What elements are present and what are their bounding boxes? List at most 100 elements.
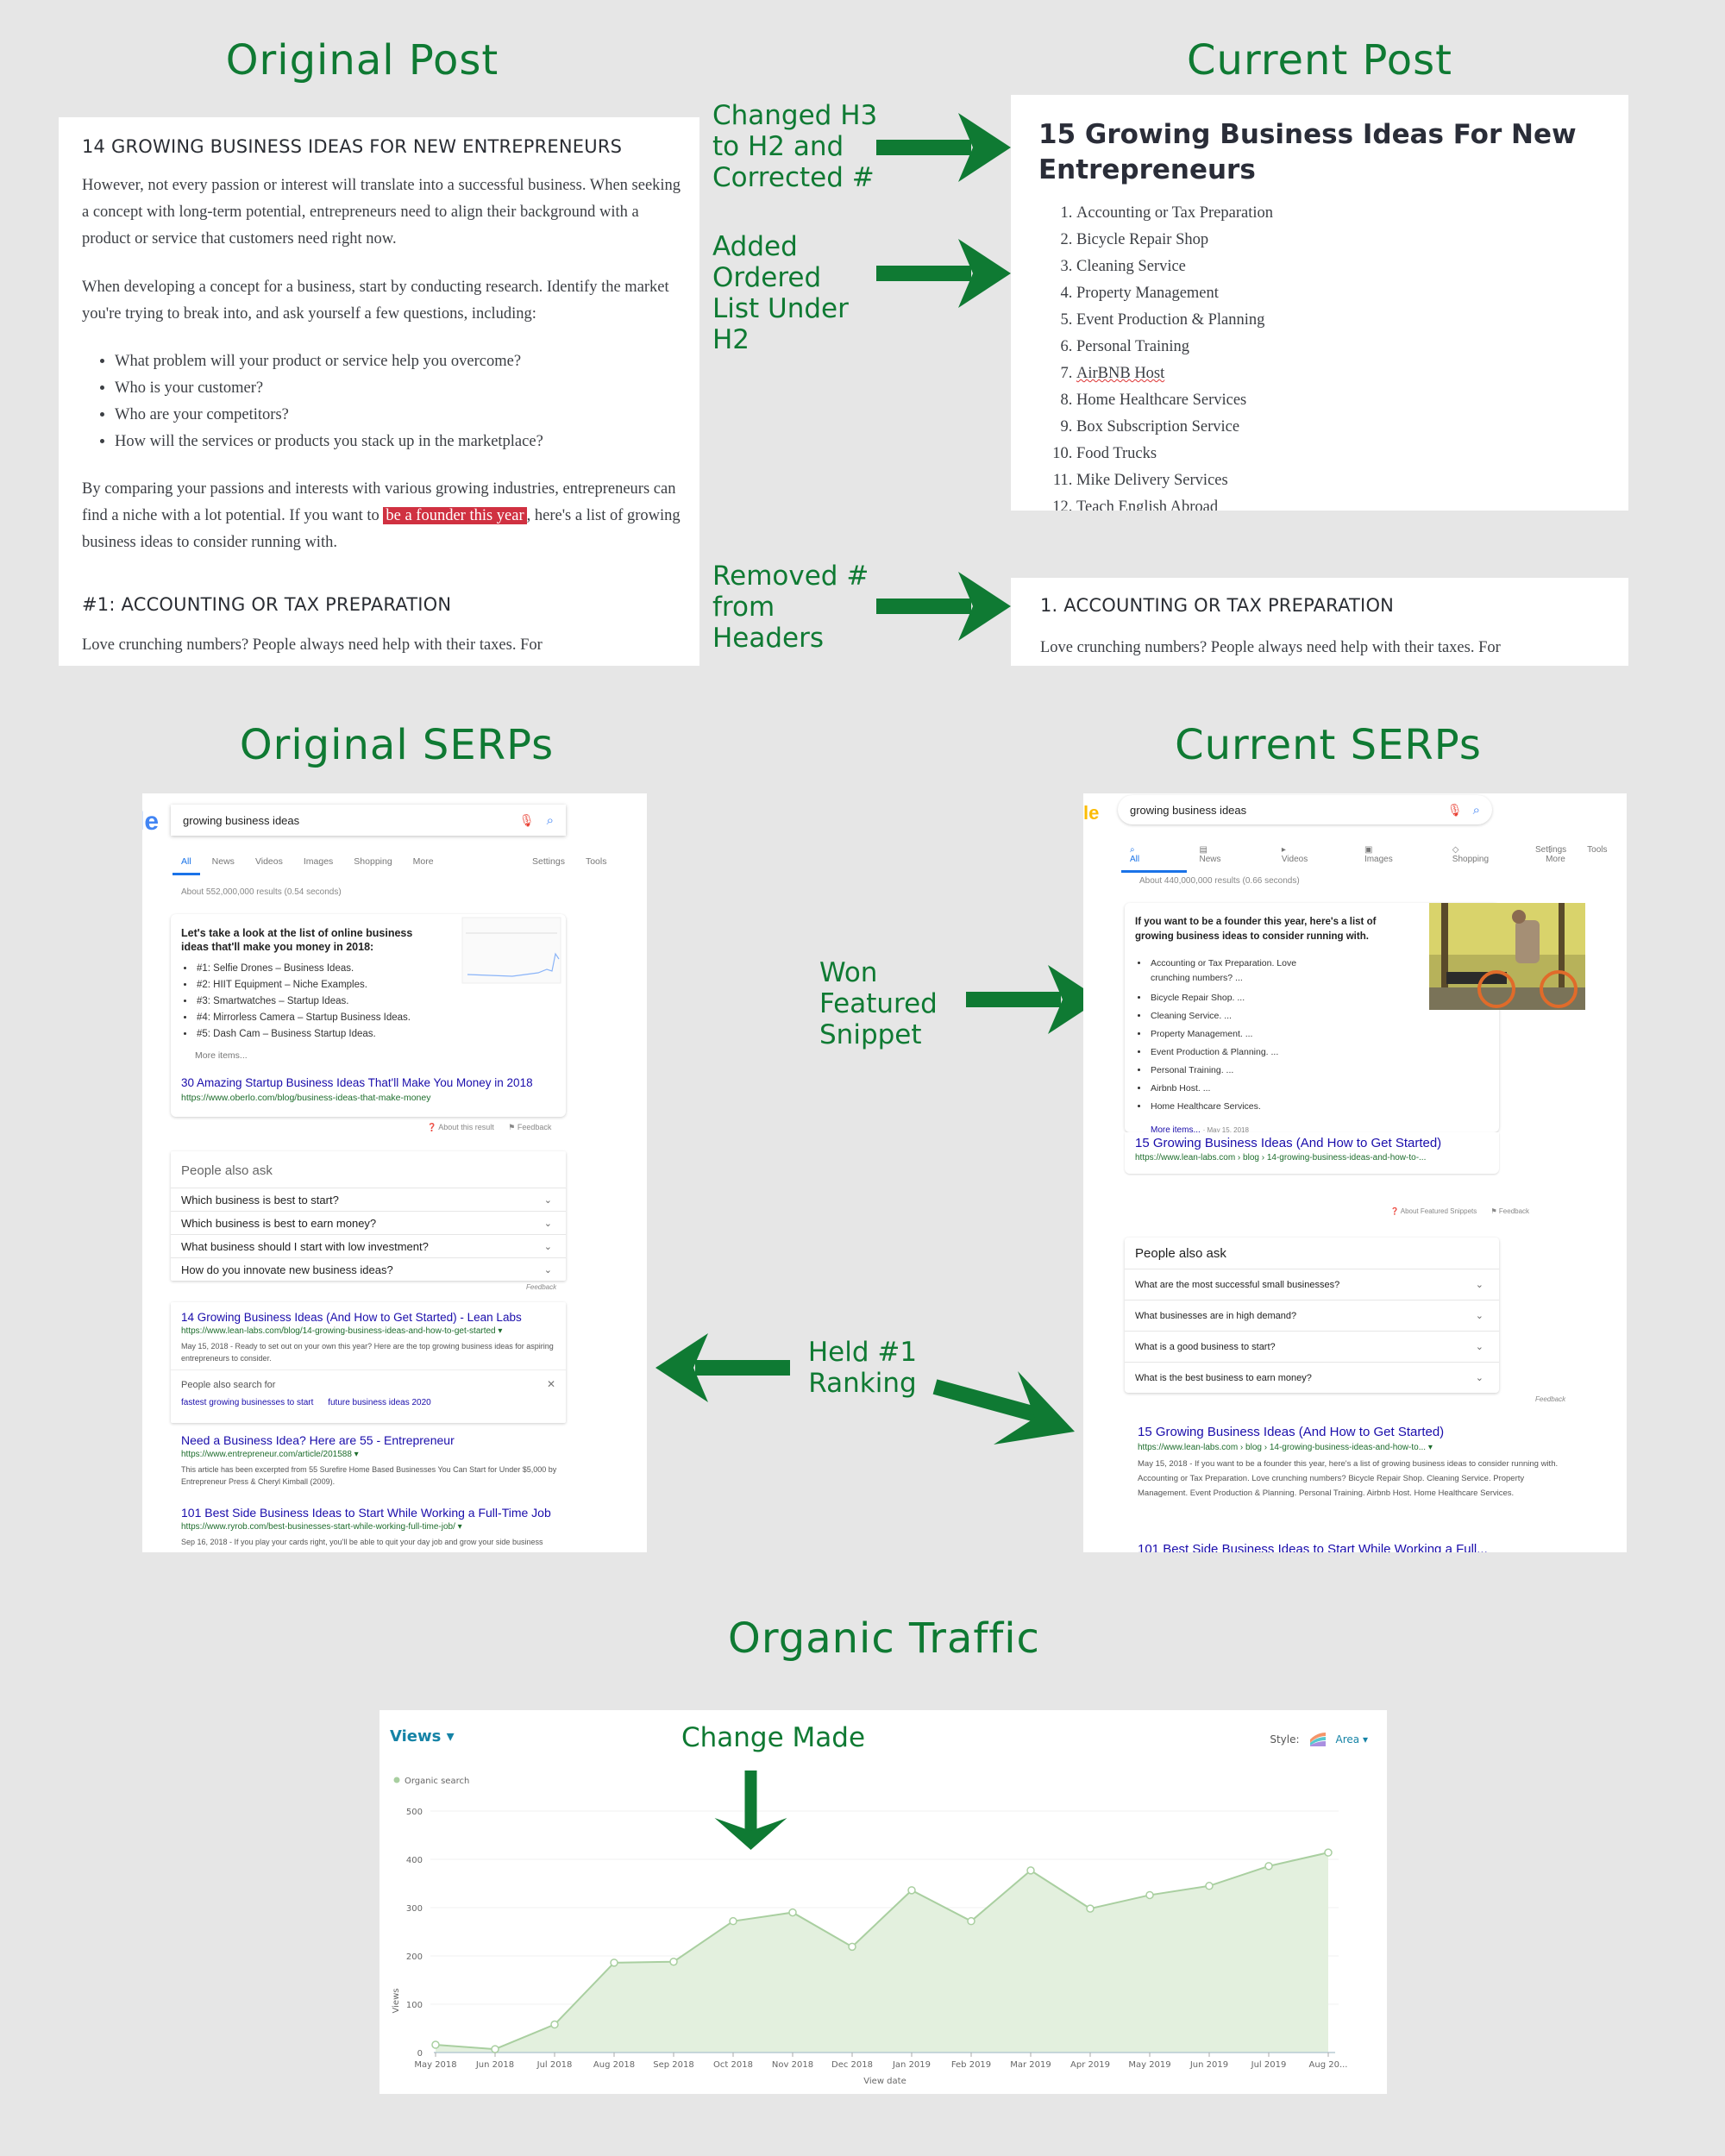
people-also-ask-card: People also ask Which business is best t… — [171, 1151, 566, 1281]
settings-link[interactable]: Settings — [1535, 845, 1566, 855]
original-post-heading: 14 GROWING BUSINESS IDEAS FOR NEW ENTREP… — [82, 136, 623, 157]
list-item: Bicycle Repair Shop — [1076, 227, 1599, 254]
y-tick-label: 400 — [406, 1856, 423, 1865]
current-post-ordered-list: Accounting or Tax Preparation Bicycle Re… — [1038, 200, 1599, 511]
tab-news[interactable]: News — [212, 856, 235, 867]
paa-question-text: What are the most successful small busin… — [1135, 1279, 1340, 1290]
paa-feedback-link[interactable]: Feedback — [1535, 1395, 1565, 1403]
y-tick-label: 0 — [417, 2049, 423, 2059]
list-item: Personal Training. ... — [1149, 1062, 1333, 1080]
help-icon: ❓ — [1390, 1207, 1401, 1215]
tab-more[interactable]: More — [413, 856, 434, 867]
paa-question[interactable]: What is the best business to earn money?… — [1125, 1362, 1499, 1393]
x-tick-label: Jul 2018 — [536, 2060, 573, 2070]
tab-shopping[interactable]: ◇ Shopping — [1452, 845, 1525, 864]
result-title-link[interactable]: 101 Best Side Business Ideas to Start Wh… — [181, 1506, 551, 1520]
search-input[interactable]: growing business ideas 🎙 ⌕ — [171, 805, 566, 836]
microphone-icon[interactable]: 🎙 — [519, 813, 535, 828]
settings-link[interactable]: Settings — [532, 856, 565, 867]
feedback-label: Feedback — [517, 1123, 552, 1131]
tab-images[interactable]: Images — [304, 856, 333, 867]
trend-thumbnail — [461, 917, 561, 984]
paa-question-text: How do you innovate new business ideas? — [181, 1263, 393, 1276]
legend-label: Organic search — [405, 1777, 469, 1786]
search-icon[interactable]: ⌕ — [547, 813, 554, 828]
tools-link[interactable]: Tools — [1587, 845, 1607, 855]
google-logo: le — [1083, 802, 1100, 824]
search-settings-tools: Settings Tools — [1535, 845, 1608, 855]
list-item: Home Healthcare Services — [1076, 387, 1599, 414]
snippet-url: https://www.lean-labs.com › blog › 14-gr… — [1135, 1153, 1427, 1163]
snippet-link[interactable]: 15 Growing Business Ideas (And How to Ge… — [1135, 1136, 1441, 1150]
paa-question[interactable]: Which business is best to start? ⌄ — [171, 1188, 566, 1211]
snippet-link[interactable]: 30 Amazing Startup Business Ideas That'l… — [181, 1076, 533, 1089]
snippet-heading: Let's take a look at the list of online … — [181, 927, 413, 953]
paa-question[interactable]: How do you innovate new business ideas? ⌄ — [171, 1257, 566, 1281]
paa-question[interactable]: What business should I start with low in… — [171, 1234, 566, 1257]
result-title-link[interactable]: 101 Best Side Business Ideas to Start Wh… — [1138, 1542, 1488, 1552]
result-snippet: This article has been excerpted from 55 … — [181, 1465, 557, 1486]
search-input[interactable]: growing business ideas 🎙 ⌕ — [1118, 795, 1492, 824]
result-title-link[interactable]: Need a Business Idea? Here are 55 - Entr… — [181, 1433, 455, 1447]
paa-question[interactable]: What businesses are in high demand? ⌄ — [1125, 1300, 1499, 1331]
data-point — [1264, 1862, 1273, 1871]
result-title-link[interactable]: 15 Growing Business Ideas (And How to Ge… — [1138, 1425, 1444, 1439]
y-tick-label: 300 — [406, 1904, 423, 1914]
original-section-heading: #1: ACCOUNTING OR TAX PREPARATION — [82, 594, 452, 615]
about-snippets-link[interactable]: ❓ About Featured Snippets ⚑ Feedback — [1390, 1207, 1529, 1215]
people-also-ask-card: People also ask What are the most succes… — [1125, 1238, 1499, 1393]
about-snippets-label: About Featured Snippets — [1400, 1207, 1477, 1215]
result-title-link[interactable]: 14 Growing Business Ideas (And How to Ge… — [181, 1311, 522, 1324]
annotation-added-list: Added Ordered List Under H2 — [712, 231, 849, 355]
pasf-link[interactable]: future business ideas 2020 — [328, 1398, 431, 1407]
traffic-area-chart: Organic search 0 100 200 300 400 500 Views May 2… — [392, 1771, 1347, 2086]
data-point — [431, 2040, 440, 2049]
x-tick-label: Jan 2019 — [892, 2060, 931, 2070]
search-icon[interactable]: ⌕ — [1473, 803, 1480, 818]
x-tick-label: Feb 2019 — [951, 2060, 991, 2070]
list-item: How will the services or products you st… — [115, 429, 686, 455]
close-icon[interactable]: ✕ — [547, 1378, 555, 1390]
original-post-para1: However, not every passion or interest w… — [82, 177, 681, 248]
tab-videos[interactable]: ▸ Videos — [1282, 845, 1344, 864]
chevron-down-icon: ⌄ — [543, 1218, 552, 1229]
current-section-heading: 1. ACCOUNTING OR TAX PREPARATION — [1040, 595, 1395, 616]
feedback-flag-icon: ⚑ — [1490, 1207, 1499, 1215]
tab-all[interactable]: All — [172, 856, 200, 875]
tab-news[interactable]: ▤ News — [1199, 845, 1260, 864]
pasf-link[interactable]: fastest growing businesses to start — [181, 1398, 313, 1407]
result-snippet: May 15, 2018 - If you want to be a found… — [1138, 1459, 1559, 1498]
current-post-panel: 15 Growing Business Ideas For New Entrep… — [1011, 95, 1628, 511]
snippet-list: Accounting or Tax Preparation. Love crun… — [1135, 956, 1333, 1116]
paa-question[interactable]: Which business is best to earn money? ⌄ — [171, 1211, 566, 1234]
search-query: growing business ideas — [1130, 803, 1247, 817]
tab-label: More — [1546, 855, 1565, 864]
chevron-down-icon: ⌄ — [1475, 1342, 1484, 1352]
list-item: Cleaning Service. ... — [1149, 1007, 1333, 1025]
result-url: https://www.lean-labs.com/blog/14-growin… — [181, 1326, 503, 1336]
x-tick-label: Dec 2018 — [831, 2060, 873, 2070]
data-point — [907, 1886, 916, 1895]
more-items-link[interactable]: More items... — [195, 1050, 248, 1061]
tools-link[interactable]: Tools — [586, 856, 607, 867]
paa-question[interactable]: What is a good business to start? ⌄ — [1125, 1331, 1499, 1362]
tab-shopping[interactable]: Shopping — [354, 856, 392, 867]
tab-images[interactable]: ▣ Images — [1364, 845, 1432, 864]
microphone-icon[interactable]: 🎙 — [1447, 803, 1463, 818]
current-section-text: Love crunching numbers? People always ne… — [1040, 639, 1501, 656]
change-arrow-shaft — [744, 1771, 757, 1839]
paa-feedback-link[interactable]: Feedback — [526, 1283, 556, 1291]
featured-snippet-card: Let's take a look at the list of online … — [171, 914, 566, 1117]
tab-videos[interactable]: Videos — [255, 856, 283, 867]
x-tick-label: May 2018 — [414, 2060, 456, 2070]
current-serps-title: Current SERPs — [1175, 721, 1482, 769]
tab-all[interactable]: ⌕ All — [1120, 845, 1189, 873]
lean-labs-result-card: 14 Growing Business Ideas (And How to Ge… — [171, 1302, 566, 1423]
list-item: Property Management — [1076, 280, 1599, 307]
tab-label: All — [1130, 855, 1140, 864]
result-stats: About 440,000,000 results (0.66 seconds) — [1139, 876, 1300, 886]
paa-question[interactable]: What are the most successful small busin… — [1125, 1269, 1499, 1300]
about-result-link[interactable]: ❓ About this result ⚑ Feedback — [427, 1123, 551, 1132]
chevron-down-icon: ⌄ — [1475, 1373, 1484, 1383]
annotation-removed-num: Removed # from Headers — [712, 561, 869, 654]
